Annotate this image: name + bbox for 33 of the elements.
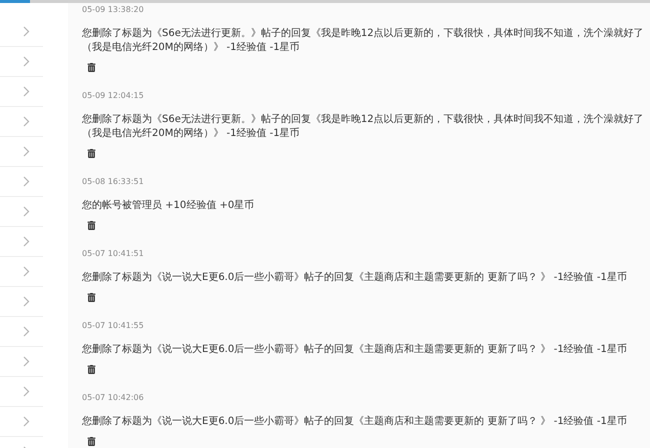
chevron-right-icon	[23, 416, 30, 427]
chevron-right-icon	[23, 296, 30, 307]
chevron-right-icon	[23, 116, 30, 127]
log-message: 您的帐号被管理员 +10经验值 +0星币	[82, 199, 254, 213]
log-message: 您删除了标题为《说一说大E更6.0后一些小霸哥》帖子的回复《主题商店和主题需要更新的 更新了吗？ 》 -1经验值 -1星币	[82, 271, 627, 285]
delete-icon[interactable]	[87, 362, 96, 376]
chevron-right-icon	[23, 266, 30, 277]
chevron-right-icon	[23, 356, 30, 367]
chevron-right-icon	[23, 56, 30, 67]
timestamp: 05-08 16:33:51	[82, 176, 144, 188]
chevron-right-icon	[23, 386, 30, 397]
delete-icon[interactable]	[87, 146, 96, 160]
active-tab-indicator	[0, 0, 30, 3]
log-message: 您删除了标题为《说一说大E更6.0后一些小霸哥》帖子的回复《主题商店和主题需要更新的 更新了吗？ 》 -1经验值 -1星币	[82, 415, 627, 429]
timestamp: 05-07 10:41:51	[82, 248, 144, 260]
timestamp: 05-09 12:04:15	[82, 90, 144, 102]
chevron-right-icon	[23, 236, 30, 247]
timestamp: 05-07 10:41:55	[82, 320, 144, 332]
chevron-right-icon	[23, 206, 30, 217]
delete-icon[interactable]	[87, 60, 96, 74]
log-message: 您删除了标题为《S6e无法进行更新。》帖子的回复《我是昨晚12点以后更新的，下载很快，具体时间我不知道，洗个澡就好了（我是电信光纤20M的网络）》 -1经验值 -1星币	[82, 113, 644, 141]
chevron-right-icon	[23, 146, 30, 157]
timestamp: 05-07 10:42:06	[82, 392, 144, 404]
chevron-right-icon	[23, 176, 30, 187]
chevron-right-icon	[23, 86, 30, 97]
timestamp: 05-09 13:38:20	[82, 4, 144, 16]
delete-icon[interactable]	[87, 434, 96, 448]
delete-icon[interactable]	[87, 218, 96, 232]
log-message: 您删除了标题为《说一说大E更6.0后一些小霸哥》帖子的回复《主题商店和主题需要更新的 更新了吗？ 》 -1经验值 -1星币	[82, 343, 627, 357]
log-message: 您删除了标题为《S6e无法进行更新。》帖子的回复《我是昨晚12点以后更新的，下载很快，具体时间我不知道，洗个澡就好了（我是电信光纤20M的网络）》 -1经验值 -1星币	[82, 27, 644, 55]
delete-icon[interactable]	[87, 290, 96, 304]
chevron-right-icon	[23, 326, 30, 337]
chevron-right-icon	[23, 26, 30, 37]
